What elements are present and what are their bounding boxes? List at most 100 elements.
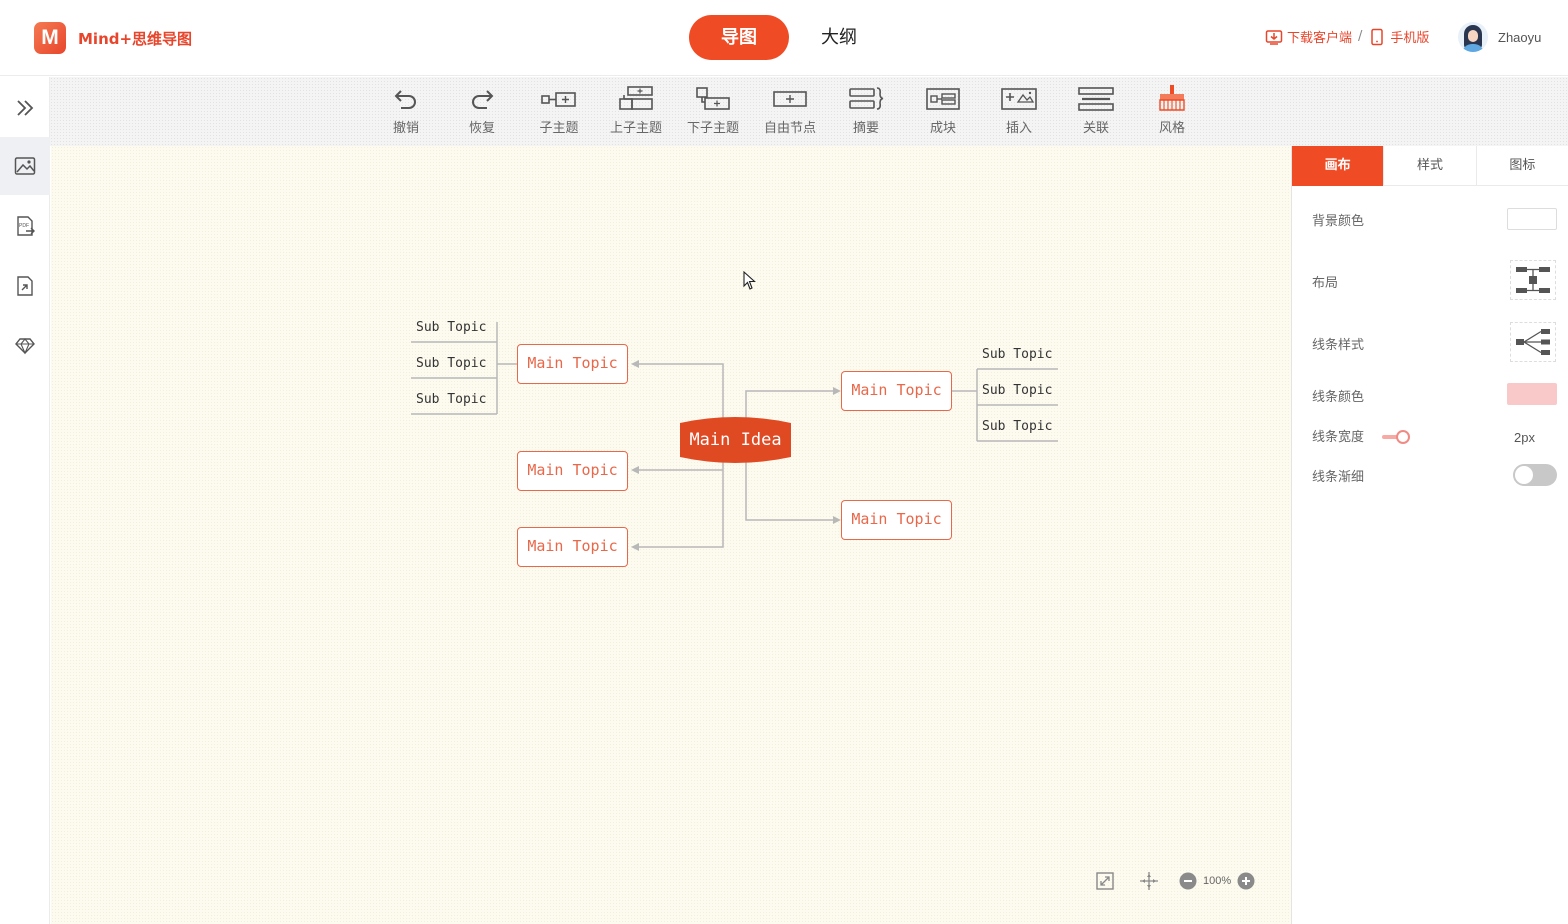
- layout-selector[interactable]: [1510, 260, 1556, 300]
- insert-button[interactable]: 插入: [986, 85, 1052, 136]
- file-export-icon: [17, 276, 33, 296]
- app-logo[interactable]: M: [34, 22, 66, 54]
- summary-label: 摘要: [852, 121, 879, 136]
- tab-icon[interactable]: 图标: [1477, 146, 1568, 186]
- main-topic-node[interactable]: Main Topic: [841, 371, 952, 411]
- redo-button[interactable]: 恢复: [449, 85, 515, 136]
- sub-topic-node[interactable]: Sub Topic: [982, 345, 1068, 365]
- sub-topic-node[interactable]: Sub Topic: [416, 390, 502, 410]
- relation-label: 关联: [1082, 121, 1109, 136]
- zoom-in-icon[interactable]: [1237, 872, 1255, 890]
- main-idea-node[interactable]: Main Idea: [678, 415, 793, 465]
- mobile-icon: [1371, 28, 1384, 45]
- left-sidebar: PDF: [0, 77, 50, 924]
- app-title: Mind+思维导图: [78, 30, 193, 48]
- background-color-swatch[interactable]: [1507, 208, 1557, 230]
- upper-topic-label: 上子主题: [609, 121, 662, 136]
- free-node-icon: [773, 91, 807, 107]
- block-label: 成块: [929, 121, 956, 136]
- center-locate-icon[interactable]: [1139, 871, 1159, 891]
- zoom-level: 100%: [1203, 875, 1232, 887]
- block-button[interactable]: 成块: [910, 85, 976, 136]
- tab-canvas[interactable]: 画布: [1292, 146, 1385, 186]
- main-topic-node[interactable]: Main Topic: [841, 500, 952, 540]
- line-width-slider[interactable]: [1382, 430, 1410, 444]
- child-topic-button[interactable]: 子主题: [526, 85, 592, 136]
- main-topic-node[interactable]: Main Topic: [517, 451, 628, 491]
- download-icon: [1265, 29, 1283, 45]
- insert-icon: [1001, 88, 1037, 110]
- style-brush-icon: [1159, 85, 1185, 111]
- pdf-export-icon: PDF: [17, 216, 35, 236]
- sidebar-sketch-export[interactable]: [0, 317, 50, 375]
- download-client-link[interactable]: 下载客户端: [1287, 27, 1352, 46]
- background-color-label: 背景颜色: [1312, 214, 1365, 229]
- fit-screen-icon[interactable]: [1095, 871, 1115, 891]
- panel-tabs: 画布 样式 图标: [1292, 146, 1568, 186]
- slider-handle[interactable]: [1396, 430, 1410, 444]
- lower-topic-label: 下子主题: [686, 121, 739, 136]
- expand-chevrons-icon: [17, 100, 34, 116]
- child-topic-label: 子主题: [539, 121, 579, 136]
- style-label: 风格: [1158, 121, 1185, 136]
- mindmap-canvas[interactable]: Main Idea Main Topic Main Topic Main Top…: [51, 146, 1291, 924]
- sidebar-pdf-export[interactable]: PDF: [0, 197, 50, 255]
- sidebar-expand-button[interactable]: [0, 79, 50, 137]
- top-header: M Mind+思维导图 导图 大纲 下载客户端 / 手机版 Zhaoyu: [0, 0, 1568, 76]
- main-topic-node[interactable]: Main Topic: [517, 527, 628, 567]
- zoom-controls: 100%: [1095, 871, 1275, 891]
- redo-label: 恢复: [468, 121, 495, 136]
- main-topic-node[interactable]: Main Topic: [517, 344, 628, 384]
- lower-topic-icon: [696, 87, 730, 110]
- sub-topic-node[interactable]: Sub Topic: [416, 318, 502, 338]
- relation-icon: [1078, 87, 1114, 111]
- free-node-label: 自由节点: [763, 121, 816, 136]
- line-width-label: 线条宽度: [1312, 430, 1365, 445]
- undo-icon: [394, 90, 416, 109]
- tab-style[interactable]: 样式: [1384, 146, 1477, 186]
- style-button[interactable]: 风格: [1139, 85, 1205, 136]
- sketch-export-icon: [15, 338, 35, 355]
- sidebar-file-export[interactable]: [0, 257, 50, 315]
- main-idea-label: Main Idea: [689, 430, 782, 450]
- lower-topic-button[interactable]: 下子主题: [680, 85, 746, 136]
- sidebar-image-export[interactable]: [0, 137, 50, 195]
- undo-button[interactable]: 撤销: [373, 85, 439, 136]
- tab-outline[interactable]: 大纲: [789, 15, 889, 60]
- tab-mindmap[interactable]: 导图: [689, 15, 789, 60]
- relation-button[interactable]: 关联: [1063, 85, 1129, 136]
- user-menu[interactable]: Zhaoyu: [1458, 22, 1541, 52]
- mouse-pointer-icon: [743, 271, 756, 290]
- mobile-version-link[interactable]: 手机版: [1390, 27, 1429, 46]
- avatar[interactable]: [1458, 22, 1488, 52]
- properties-panel: 画布 样式 图标 背景颜色 布局 线条样式 线条颜色 线条宽度 2px 线条渐细: [1291, 146, 1568, 924]
- free-node-button[interactable]: 自由节点: [757, 85, 823, 136]
- child-topic-icon: [541, 92, 576, 107]
- line-color-label: 线条颜色: [1312, 390, 1365, 405]
- block-icon: [926, 88, 960, 110]
- sub-topic-node[interactable]: Sub Topic: [416, 354, 502, 374]
- toolbar: 撤销 恢复 子主题 上子主题 下子主题 自由节点 摘要 成块 插入 关联 风格: [50, 77, 1568, 146]
- summary-button[interactable]: 摘要: [833, 85, 899, 136]
- svg-text:PDF: PDF: [19, 223, 29, 229]
- upper-topic-button[interactable]: 上子主题: [603, 85, 669, 136]
- sub-topic-node[interactable]: Sub Topic: [982, 417, 1068, 437]
- zoom-out-icon[interactable]: [1179, 872, 1197, 890]
- line-style-selector[interactable]: [1510, 322, 1556, 362]
- undo-label: 撤销: [392, 121, 419, 136]
- line-taper-toggle[interactable]: [1513, 464, 1557, 486]
- line-style-label: 线条样式: [1312, 338, 1365, 353]
- line-style-icon: [1516, 329, 1550, 355]
- user-name: Zhaoyu: [1498, 29, 1542, 45]
- upper-topic-icon: [619, 86, 653, 110]
- sub-topic-node[interactable]: Sub Topic: [982, 381, 1068, 401]
- line-width-value: 2px: [1514, 430, 1535, 445]
- redo-icon: [472, 90, 494, 109]
- layout-icon: [1516, 267, 1550, 293]
- line-taper-label: 线条渐细: [1312, 470, 1365, 485]
- summary-icon: [849, 87, 884, 110]
- layout-label: 布局: [1312, 276, 1339, 291]
- download-area: 下载客户端 / 手机版: [1265, 27, 1429, 46]
- connector-lines: [411, 322, 1058, 551]
- line-color-swatch[interactable]: [1507, 383, 1557, 405]
